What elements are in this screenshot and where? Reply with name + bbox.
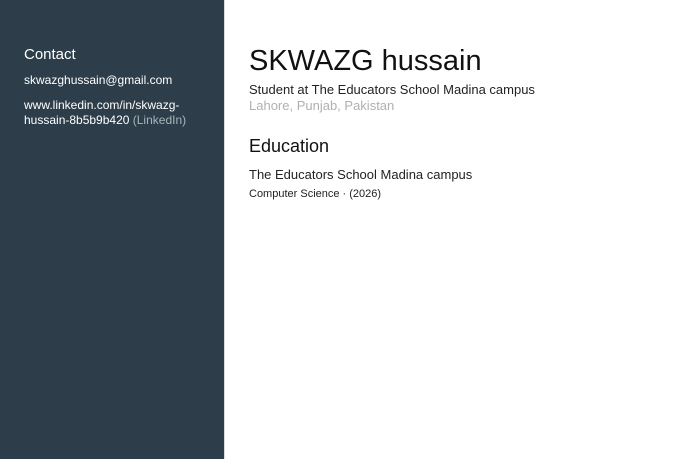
education-school: The Educators School Madina campus <box>249 167 473 182</box>
resume-page: Contact skwazghussain@gmail.com www.link… <box>0 0 680 459</box>
main-content: SKWAZG hussain Student at The Educators … <box>225 0 680 459</box>
contact-heading: Contact <box>24 46 76 63</box>
profile-location: Lahore, Punjab, Pakistan <box>249 98 395 113</box>
sidebar: Contact skwazghussain@gmail.com www.link… <box>0 0 224 459</box>
profile-name: SKWAZG hussain <box>249 45 482 77</box>
education-detail: Computer Science · (2026) <box>249 188 382 200</box>
education-entry: The Educators School Madina campus Compu… <box>249 167 660 201</box>
linkedin-tag: (LinkedIn) <box>132 113 187 127</box>
profile-headline: Student at The Educators School Madina c… <box>249 82 535 97</box>
education-heading: Education <box>249 136 330 156</box>
contact-linkedin[interactable]: www.linkedin.com/in/skwazg-hussain-8b5b9… <box>24 98 204 128</box>
contact-email[interactable]: skwazghussain@gmail.com <box>24 73 204 88</box>
